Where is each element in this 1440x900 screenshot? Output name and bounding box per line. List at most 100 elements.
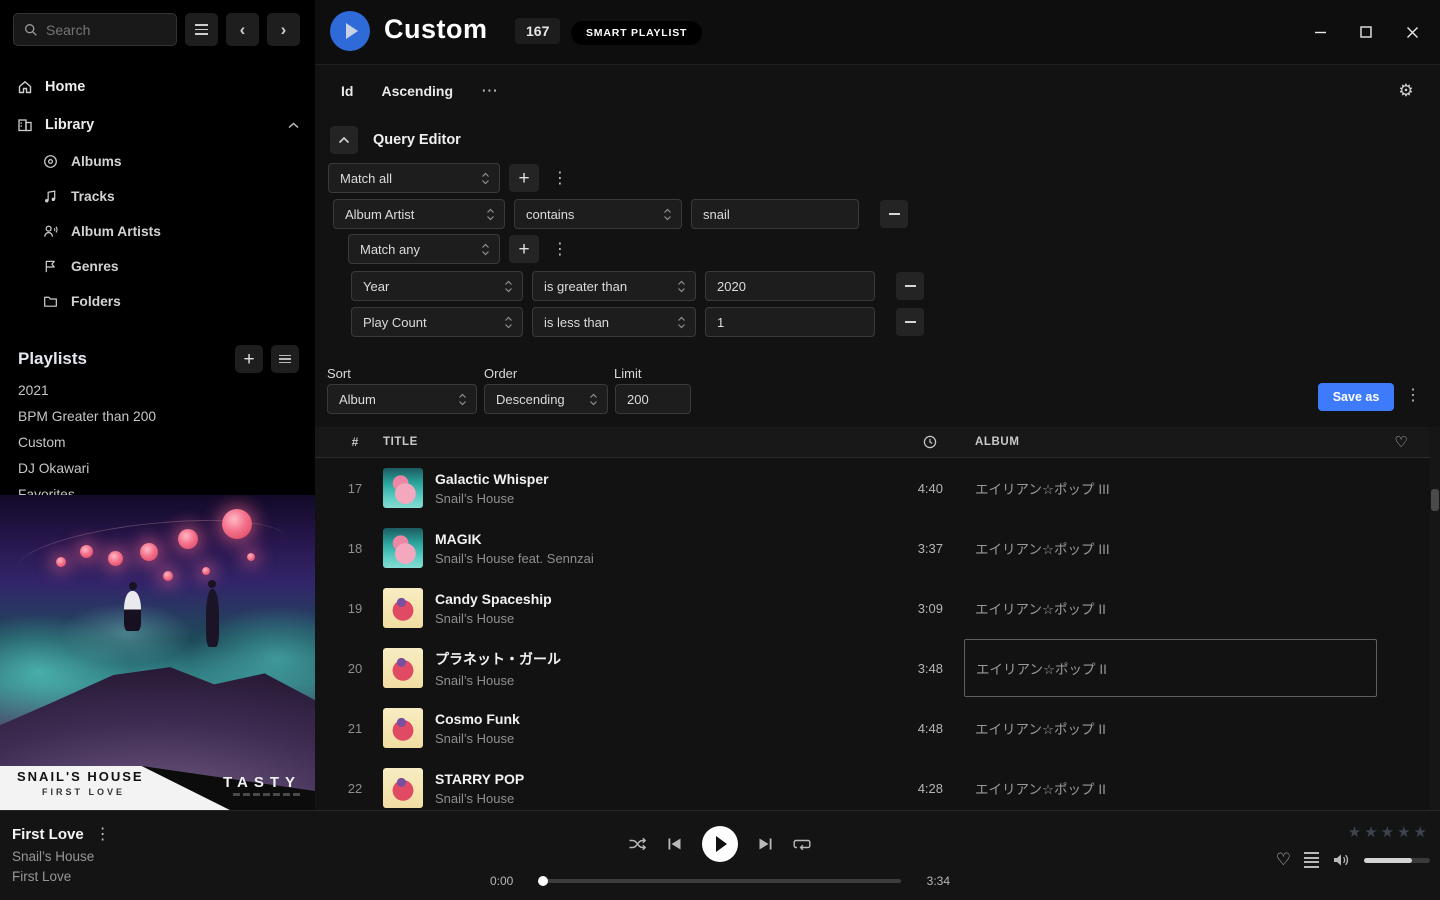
previous-button[interactable] <box>667 837 682 851</box>
sidebar-item-tracks[interactable]: Tracks <box>0 179 315 214</box>
now-playing-menu-icon[interactable] <box>95 824 111 844</box>
scrollbar[interactable] <box>1430 427 1440 810</box>
add-group-rule-button[interactable] <box>509 235 539 263</box>
rule-value-input[interactable] <box>705 271 875 301</box>
star-icon[interactable] <box>1364 823 1377 841</box>
star-icon[interactable] <box>1348 823 1361 841</box>
remove-rule-button[interactable] <box>880 200 908 228</box>
sort-select[interactable]: Album <box>327 384 477 414</box>
track-album[interactable]: エイリアン☆ポップ III <box>964 459 1377 517</box>
play-button[interactable] <box>702 826 738 862</box>
rule-field-select[interactable]: Play Count <box>351 307 523 337</box>
track-album[interactable]: エイリアン☆ポップ II <box>964 759 1377 810</box>
track-album[interactable]: エイリアン☆ポップ II <box>964 579 1377 637</box>
rule-op-select[interactable]: contains <box>514 199 682 229</box>
save-as-button[interactable]: Save as <box>1318 383 1394 411</box>
column-favorite[interactable] <box>1377 433 1425 451</box>
nav-back-button[interactable]: ‹ <box>226 13 259 46</box>
rule-value-input[interactable] <box>705 307 875 337</box>
scrollbar-thumb[interactable] <box>1431 489 1439 511</box>
playlist-item[interactable]: BPM Greater than 200 <box>0 403 315 429</box>
rule-value-input[interactable] <box>691 199 859 229</box>
play-playlist-button[interactable] <box>330 11 370 51</box>
order-select[interactable]: Descending <box>484 384 608 414</box>
progress-bar[interactable] <box>539 879 901 883</box>
group-menu-icon[interactable] <box>552 239 568 259</box>
sort-field-button[interactable]: Id <box>341 83 353 99</box>
table-row[interactable]: 19 Candy SpaceshipSnail’s House 3:09 エイリ… <box>315 578 1440 638</box>
star-icon[interactable] <box>1397 823 1410 841</box>
repeat-button[interactable] <box>793 836 812 852</box>
track-number: 22 <box>327 781 383 796</box>
menu-button[interactable] <box>185 13 218 46</box>
playlist-item[interactable]: Custom <box>0 429 315 455</box>
group-match-select[interactable]: Match any <box>348 234 500 264</box>
playlist-item[interactable]: DJ Okawari <box>0 455 315 481</box>
playlist-item[interactable]: 2021 <box>0 377 315 403</box>
progress-knob[interactable] <box>538 876 548 886</box>
minimize-button[interactable] <box>1304 16 1336 48</box>
now-playing-title[interactable]: First Love <box>12 826 84 843</box>
sidebar-item-albums[interactable]: Albums <box>0 144 315 179</box>
table-row[interactable]: 17 Galactic WhisperSnail’s House 4:40 エイ… <box>315 458 1440 518</box>
maximize-button[interactable] <box>1350 16 1382 48</box>
sidebar-item-album-artists[interactable]: Album Artists <box>0 214 315 249</box>
volume-fill <box>1364 858 1412 863</box>
rule-op-select[interactable]: is less than <box>532 307 696 337</box>
limit-input[interactable] <box>615 384 691 414</box>
sidebar-item-folders[interactable]: Folders <box>0 284 315 319</box>
track-album-focused-cell[interactable]: エイリアン☆ポップ II <box>964 639 1377 697</box>
sidebar-item-genres[interactable]: Genres <box>0 249 315 284</box>
table-row[interactable]: 20 プラネット・ガールSnail’s House 3:48 エイリアン☆ポップ… <box>315 638 1440 698</box>
track-artist: Snail’s House <box>435 491 858 506</box>
now-playing-artist[interactable]: Snail’s House <box>12 849 111 864</box>
star-icon[interactable] <box>1381 823 1394 841</box>
table-row[interactable]: 18 MAGIKSnail’s House feat. Sennzai 3:37… <box>315 518 1440 578</box>
page-header: Custom 167 SMART PLAYLIST <box>315 0 1440 64</box>
rule-field-select[interactable]: Album Artist <box>333 199 505 229</box>
sidebar-item-library[interactable]: Library <box>0 106 315 144</box>
root-match-select[interactable]: Match all <box>328 163 500 193</box>
now-playing-album[interactable]: First Love <box>12 869 111 884</box>
search-box[interactable] <box>13 13 177 46</box>
playlist-list-button[interactable] <box>271 345 299 373</box>
column-number[interactable]: # <box>327 435 383 449</box>
previous-icon <box>667 837 682 851</box>
close-button[interactable] <box>1396 16 1428 48</box>
now-playing-artwork[interactable]: SNAIL'S HOUSE FIRST LOVE TASTY <box>0 495 315 810</box>
save-menu-icon[interactable] <box>1405 385 1421 405</box>
nav-forward-button[interactable]: › <box>267 13 300 46</box>
next-button[interactable] <box>758 837 773 851</box>
rating-stars <box>1348 823 1427 841</box>
column-title[interactable]: TITLE <box>383 436 858 448</box>
star-icon[interactable] <box>1414 823 1427 841</box>
remove-rule-button[interactable] <box>896 272 924 300</box>
add-playlist-button[interactable] <box>235 345 263 373</box>
table-row[interactable]: 21 Cosmo FunkSnail’s House 4:48 エイリアン☆ポッ… <box>315 698 1440 758</box>
collapse-query-editor-button[interactable] <box>330 126 358 154</box>
rule-field-select[interactable]: Year <box>351 271 523 301</box>
sidebar-item-home[interactable]: Home <box>0 68 315 106</box>
rule-op-select[interactable]: is greater than <box>532 271 696 301</box>
more-options-icon[interactable] <box>481 81 498 101</box>
volume-slider[interactable] <box>1364 858 1430 863</box>
table-row[interactable]: 22 STARRY POPSnail’s House 4:28 エイリアン☆ポッ… <box>315 758 1440 810</box>
remove-rule-button[interactable] <box>896 308 924 336</box>
track-album[interactable]: エイリアン☆ポップ II <box>964 699 1377 757</box>
column-album[interactable]: ALBUM <box>964 436 1377 448</box>
chevron-up-icon <box>338 136 350 144</box>
shuffle-button[interactable] <box>628 836 647 852</box>
search-input[interactable] <box>46 22 166 38</box>
rule-menu-icon[interactable] <box>552 168 568 188</box>
queue-icon[interactable] <box>1304 852 1319 868</box>
chevron-left-icon: ‹ <box>240 21 246 38</box>
updown-icon <box>481 243 490 256</box>
sort-order-button[interactable]: Ascending <box>381 83 453 99</box>
favorite-button[interactable] <box>1276 850 1291 870</box>
volume-icon[interactable] <box>1332 852 1351 868</box>
track-album[interactable]: エイリアン☆ポップ III <box>964 519 1377 577</box>
column-duration[interactable] <box>858 435 943 449</box>
gear-icon[interactable]: ⚙ <box>1394 79 1418 103</box>
figure-left <box>124 591 141 631</box>
add-rule-button[interactable] <box>509 164 539 192</box>
